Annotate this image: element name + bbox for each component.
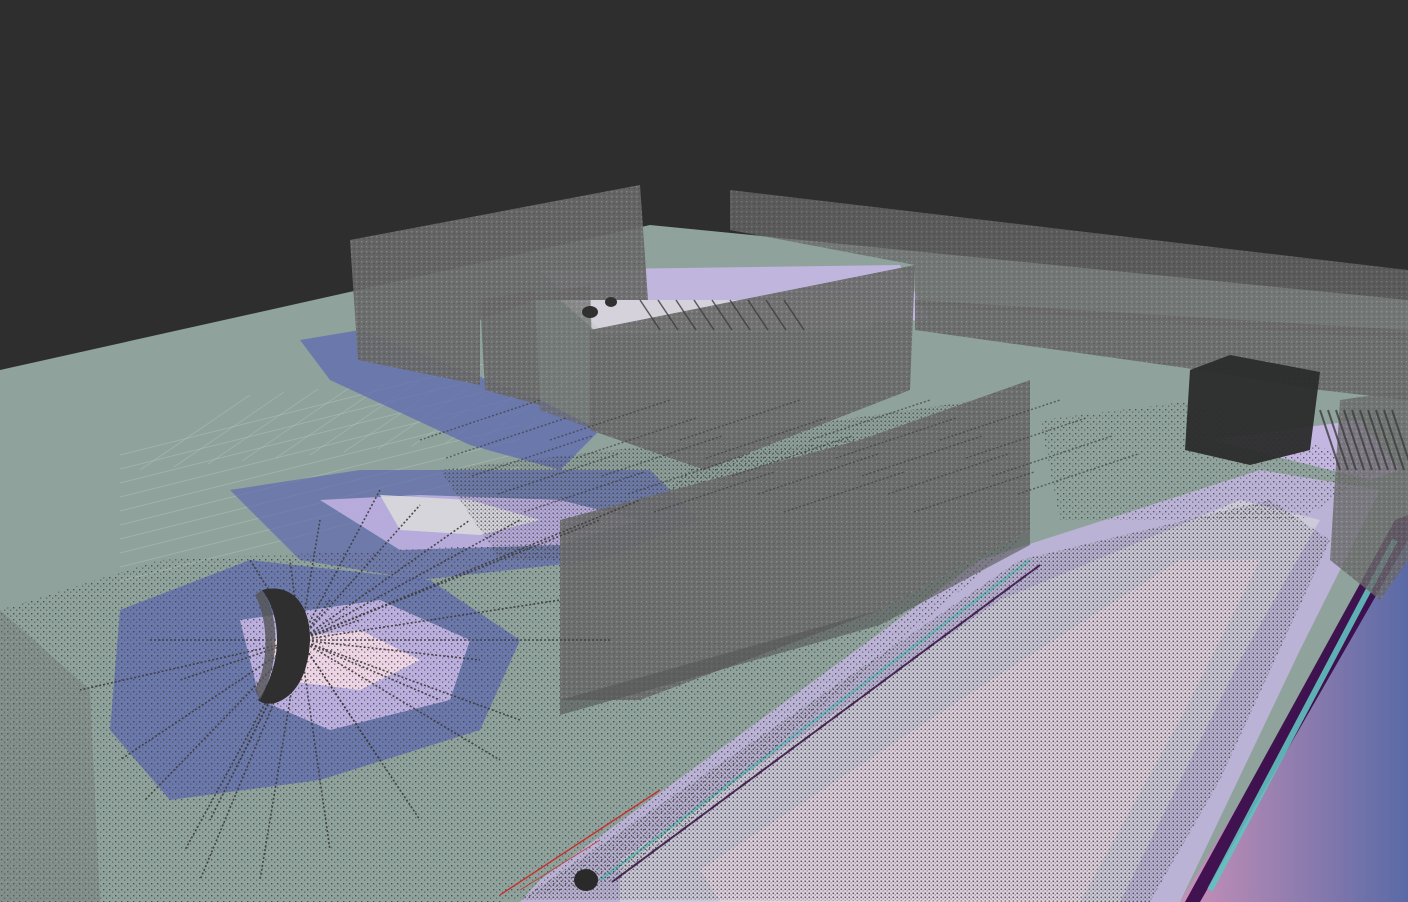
3d-viewport[interactable] bbox=[0, 0, 1408, 902]
robot-marker-icon bbox=[574, 869, 598, 891]
scene-canvas bbox=[0, 185, 1408, 902]
wall-left-divider bbox=[480, 290, 540, 405]
dark-doorway bbox=[1185, 355, 1320, 465]
box-structure-side bbox=[535, 285, 595, 430]
small-object bbox=[605, 297, 617, 307]
small-object bbox=[582, 306, 598, 318]
